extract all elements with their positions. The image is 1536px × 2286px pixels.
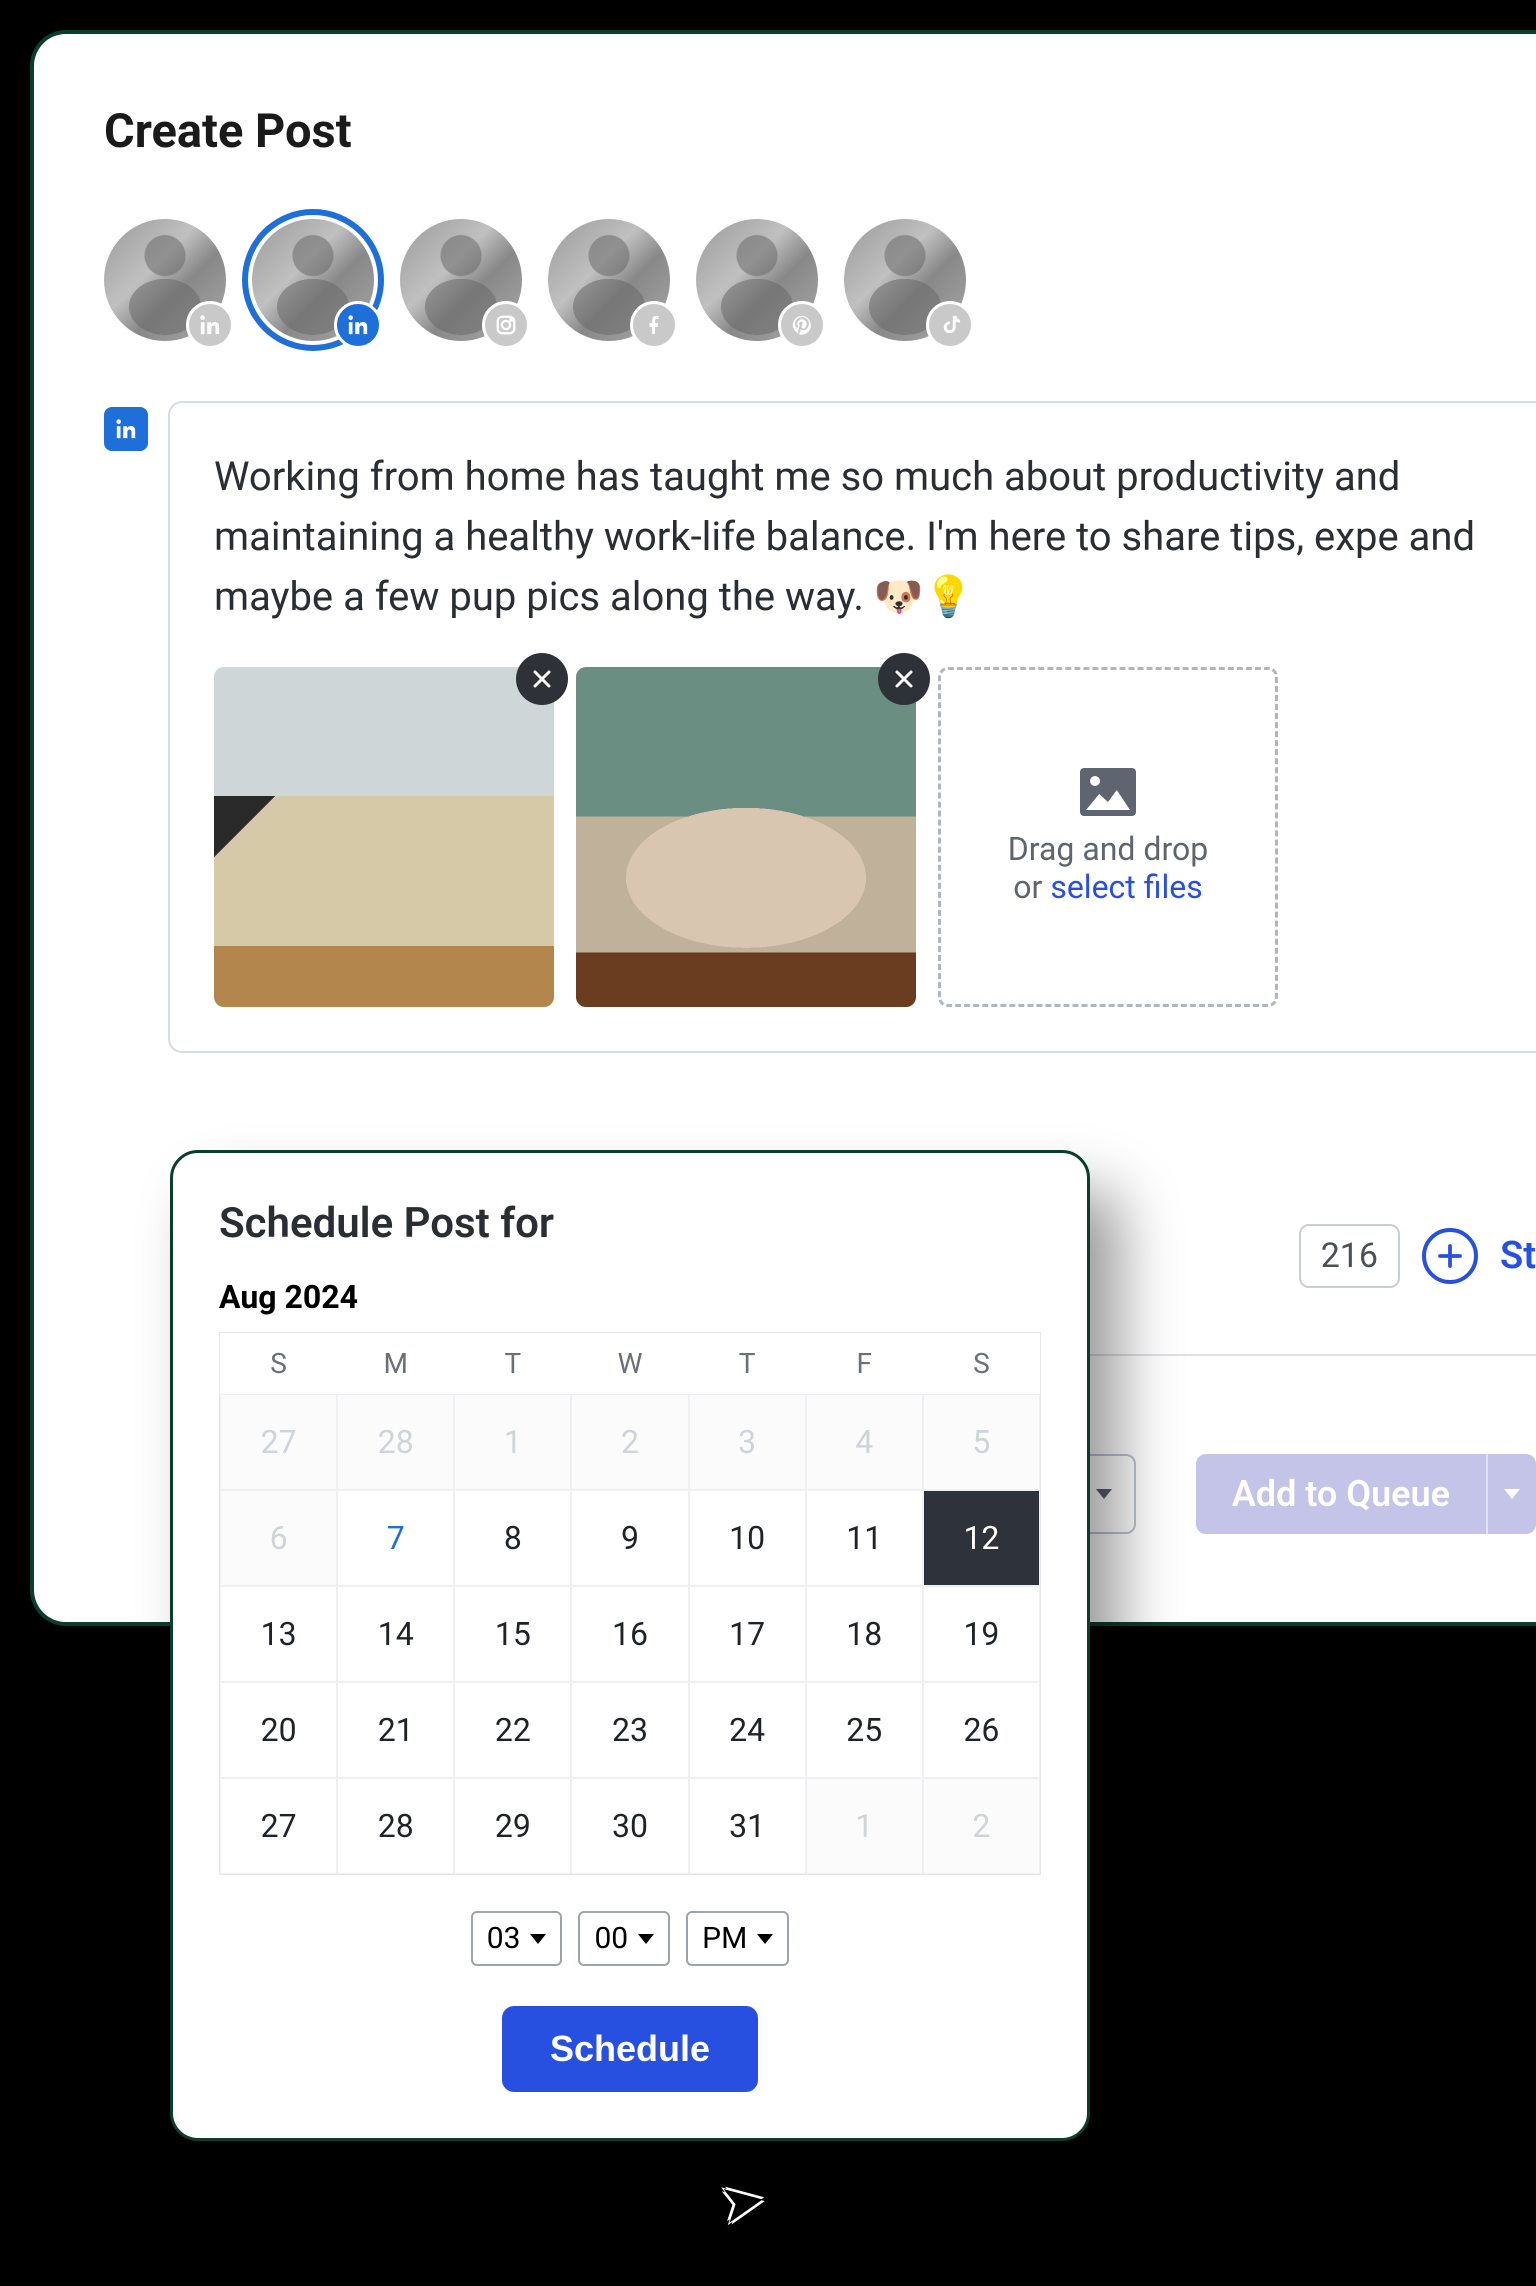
attachments: Drag and drop or select files [214,667,1536,1007]
remove-attachment-button[interactable] [516,653,568,705]
schedule-button[interactable]: Schedule [502,2006,758,2092]
calendar-day[interactable]: 18 [806,1586,923,1682]
account-facebook[interactable] [548,219,670,341]
calendar-day[interactable]: 30 [571,1778,688,1874]
calendar-month: Aug 2024 [219,1278,1041,1316]
chevron-down-icon [1096,1489,1112,1499]
calendar-day[interactable]: 10 [689,1490,806,1586]
weekday-label: S [220,1333,337,1394]
calendar-day[interactable]: 25 [806,1682,923,1778]
calendar-day[interactable]: 9 [571,1490,688,1586]
weekday-label: W [571,1333,688,1394]
calendar-day: 28 [337,1394,454,1490]
add-button[interactable] [1422,1228,1478,1284]
pinterest-icon [778,301,826,349]
minute-select[interactable]: 00 [578,1911,670,1966]
calendar-day: 1 [806,1778,923,1874]
attachment-image-2[interactable] [576,667,916,1007]
post-text[interactable]: Working from home has taught me so much … [214,447,1536,627]
calendar-day[interactable]: 31 [689,1778,806,1874]
character-count: 216 [1299,1224,1400,1288]
ampm-select[interactable]: PM [686,1911,789,1966]
calendar-day[interactable]: 24 [689,1682,806,1778]
weekday-label: T [689,1333,806,1394]
calendar-day[interactable]: 12 [923,1490,1040,1586]
dropzone-text: Drag and drop or select files [1008,830,1208,906]
calendar: SMTWTFS 27281234567891011121314151617181… [219,1332,1041,1875]
calendar-day[interactable]: 11 [806,1490,923,1586]
chevron-down-icon [638,1934,654,1944]
upload-dropzone[interactable]: Drag and drop or select files [938,667,1278,1007]
linkedin-icon [334,301,382,349]
instagram-icon [482,301,530,349]
account-pinterest[interactable] [696,219,818,341]
calendar-day[interactable]: 28 [337,1778,454,1874]
calendar-day: 5 [923,1394,1040,1490]
tiktok-icon [926,301,974,349]
weekday-label: S [923,1333,1040,1394]
remove-attachment-button[interactable] [878,653,930,705]
calendar-day: 3 [689,1394,806,1490]
attachment-image-1[interactable] [214,667,554,1007]
calendar-day[interactable]: 26 [923,1682,1040,1778]
calendar-day[interactable]: 13 [220,1586,337,1682]
calendar-day[interactable]: 17 [689,1586,806,1682]
calendar-day[interactable]: 7 [337,1490,454,1586]
weekday-label: F [806,1333,923,1394]
calendar-day[interactable]: 20 [220,1682,337,1778]
calendar-day: 27 [220,1394,337,1490]
facebook-icon [630,301,678,349]
calendar-day[interactable]: 22 [454,1682,571,1778]
linkedin-icon [104,407,148,451]
account-linkedin[interactable] [104,219,226,341]
calendar-day[interactable]: 16 [571,1586,688,1682]
calendar-day[interactable]: 19 [923,1586,1040,1682]
weekday-label: T [454,1333,571,1394]
cursor-icon: ➤ [715,2167,771,2238]
compose-box[interactable]: Working from home has taught me so much … [168,401,1536,1053]
calendar-day[interactable]: 23 [571,1682,688,1778]
compose-toolbar: 216 St [1299,1224,1536,1288]
calendar-day[interactable]: 14 [337,1586,454,1682]
calendar-day[interactable]: 27 [220,1778,337,1874]
calendar-weekdays: SMTWTFS [220,1333,1040,1394]
chevron-down-icon [757,1934,773,1944]
queue-dropdown-toggle[interactable] [1486,1454,1536,1534]
select-files-link[interactable]: select files [1050,868,1202,906]
account-selector [104,219,1536,341]
account-linkedin[interactable] [252,219,374,341]
page-title: Create Post [104,104,1536,159]
calendar-day: 6 [220,1490,337,1586]
account-instagram[interactable] [400,219,522,341]
schedule-popup: Schedule Post for Aug 2024 SMTWTFS 27281… [170,1150,1090,2141]
linkedin-icon [186,301,234,349]
calendar-day: 2 [923,1778,1040,1874]
weekday-label: M [337,1333,454,1394]
schedule-title: Schedule Post for [219,1199,1041,1248]
time-picker: 03 00 PM [219,1911,1041,1966]
calendar-day[interactable]: 8 [454,1490,571,1586]
calendar-day: 4 [806,1394,923,1490]
calendar-day[interactable]: 15 [454,1586,571,1682]
account-tiktok[interactable] [844,219,966,341]
action-row: Add to Queue [1072,1454,1536,1534]
chevron-down-icon [530,1934,546,1944]
calendar-day: 1 [454,1394,571,1490]
chevron-down-icon [1504,1489,1520,1499]
calendar-day: 2 [571,1394,688,1490]
image-icon [1080,768,1136,816]
calendar-day[interactable]: 21 [337,1682,454,1778]
add-to-queue-button[interactable]: Add to Queue [1196,1454,1536,1534]
start-label[interactable]: St [1500,1234,1536,1278]
calendar-day[interactable]: 29 [454,1778,571,1874]
hour-select[interactable]: 03 [471,1911,563,1966]
